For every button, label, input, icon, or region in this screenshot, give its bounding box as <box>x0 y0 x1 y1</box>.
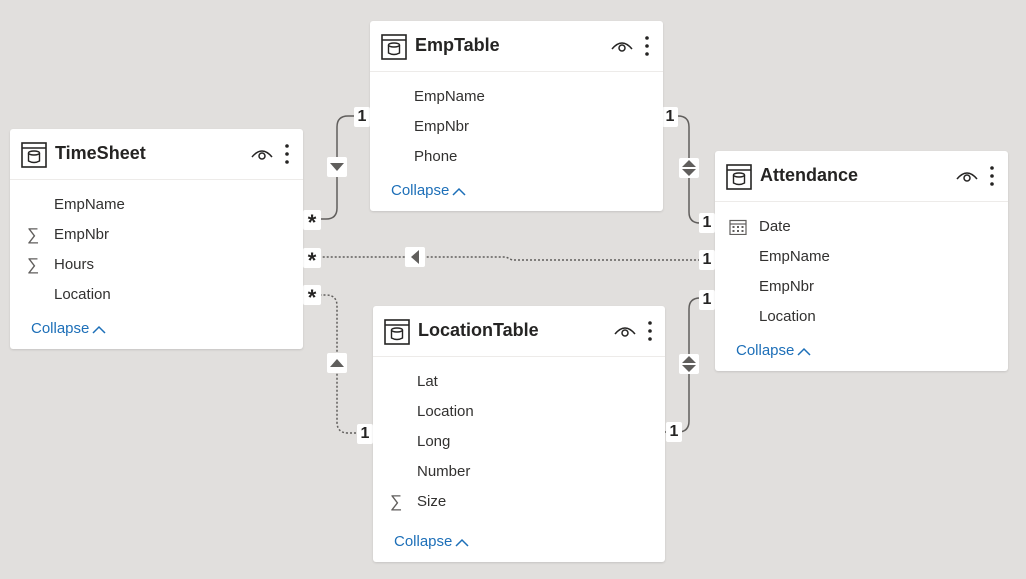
table-card-header[interactable]: TimeSheet <box>10 129 303 180</box>
field-name: Date <box>759 218 791 235</box>
field-name: EmpNbr <box>54 226 110 243</box>
field-row[interactable]: Lat <box>417 371 438 393</box>
table-icon <box>726 164 752 190</box>
collapse-label: Collapse <box>394 533 453 550</box>
filter-direction-left-icon[interactable] <box>405 247 425 267</box>
collapse-button[interactable]: Collapse <box>31 319 106 339</box>
cardinality-label: 1 <box>699 250 715 270</box>
field-row[interactable]: Number <box>417 461 470 483</box>
table-title: EmpTable <box>415 35 500 55</box>
cardinality-label: * <box>303 285 321 305</box>
field-name: Number <box>417 463 471 480</box>
collapse-label: Collapse <box>31 320 90 337</box>
table-icon <box>381 34 407 60</box>
table-card-timesheet[interactable]: TimeSheet EmpName ∑ EmpNbr ∑ Hours Locatio… <box>10 129 303 349</box>
table-card-attendance[interactable]: Attendance Date EmpName EmpNbr Location … <box>715 151 1008 371</box>
cardinality-label: * <box>303 210 321 230</box>
filter-direction-both-icon[interactable] <box>679 354 699 374</box>
field-name: Location <box>417 403 474 420</box>
chevron-up-icon <box>797 347 811 356</box>
sigma-icon: ∑ <box>389 492 403 511</box>
collapse-button[interactable]: Collapse <box>736 341 811 361</box>
model-canvas[interactable]: 1 * 1 1 * 1 * 1 1 1 EmpTable EmpName Emp… <box>0 0 1026 579</box>
field-row[interactable]: EmpName <box>759 246 830 268</box>
field-name: EmpName <box>54 196 125 213</box>
field-name: Hours <box>54 256 95 273</box>
more-options-icon[interactable] <box>283 143 291 165</box>
more-options-icon[interactable] <box>643 35 651 57</box>
sigma-icon: ∑ <box>26 255 40 274</box>
field-row[interactable]: ∑ EmpNbr <box>27 224 110 246</box>
collapse-label: Collapse <box>736 342 795 359</box>
table-card-locationtable[interactable]: LocationTable Lat Location Long Number ∑… <box>373 306 665 562</box>
table-card-header[interactable]: Attendance <box>715 151 1008 202</box>
filter-direction-down-icon[interactable] <box>327 157 347 177</box>
eye-icon[interactable] <box>956 168 978 184</box>
table-title: Attendance <box>760 165 859 185</box>
table-title: LocationTable <box>418 320 539 340</box>
collapse-label: Collapse <box>391 182 450 199</box>
table-icon <box>384 319 410 345</box>
field-name: Location <box>759 308 816 325</box>
cardinality-label: * <box>303 248 321 268</box>
field-name: EmpName <box>759 248 830 265</box>
chevron-up-icon <box>452 187 466 196</box>
collapse-button[interactable]: Collapse <box>391 181 466 201</box>
field-row[interactable]: ∑ Hours <box>27 254 95 276</box>
field-row[interactable]: Long <box>417 431 450 453</box>
table-title: TimeSheet <box>55 143 146 163</box>
field-name: Location <box>54 286 111 303</box>
eye-icon[interactable] <box>614 323 636 339</box>
filter-direction-up-icon[interactable] <box>327 353 347 373</box>
field-row[interactable]: ∑ Size <box>390 491 447 513</box>
field-row[interactable]: EmpNbr <box>759 276 814 298</box>
cardinality-label: 1 <box>354 107 370 127</box>
field-name: EmpNbr <box>414 118 470 135</box>
cardinality-label: 1 <box>699 290 715 310</box>
field-row[interactable]: Location <box>417 401 474 423</box>
field-name: Phone <box>414 148 458 165</box>
cardinality-label: 1 <box>699 213 715 233</box>
table-card-header[interactable]: EmpTable <box>370 21 663 72</box>
field-name: EmpName <box>414 88 485 105</box>
field-name: EmpNbr <box>759 278 815 295</box>
calendar-icon <box>729 216 747 238</box>
table-card-emptable[interactable]: EmpTable EmpName EmpNbr Phone Collapse <box>370 21 663 211</box>
cardinality-label: 1 <box>662 107 678 127</box>
cardinality-label: 1 <box>357 424 373 444</box>
field-row[interactable]: EmpName <box>54 194 125 216</box>
filter-direction-both-icon[interactable] <box>679 158 699 178</box>
eye-icon[interactable] <box>611 38 633 54</box>
field-name: Lat <box>417 373 438 390</box>
more-options-icon[interactable] <box>988 165 996 187</box>
field-row[interactable]: EmpNbr <box>414 116 469 138</box>
table-card-header[interactable]: LocationTable <box>373 306 665 357</box>
field-row[interactable]: Phone <box>414 146 457 168</box>
field-row[interactable]: Location <box>54 284 111 306</box>
chevron-up-icon <box>92 325 106 334</box>
field-name: Long <box>417 433 451 450</box>
collapse-button[interactable]: Collapse <box>394 532 469 552</box>
field-row[interactable]: EmpName <box>414 86 485 108</box>
more-options-icon[interactable] <box>646 320 654 342</box>
field-row[interactable]: Location <box>759 306 816 328</box>
sigma-icon: ∑ <box>26 225 40 244</box>
chevron-up-icon <box>455 538 469 547</box>
relationship-line-attendance-timesheet <box>311 256 716 261</box>
field-row[interactable]: Date <box>729 216 791 238</box>
eye-icon[interactable] <box>251 146 273 162</box>
field-name: Size <box>417 493 447 510</box>
cardinality-label: 1 <box>666 422 682 442</box>
table-icon <box>21 142 47 168</box>
